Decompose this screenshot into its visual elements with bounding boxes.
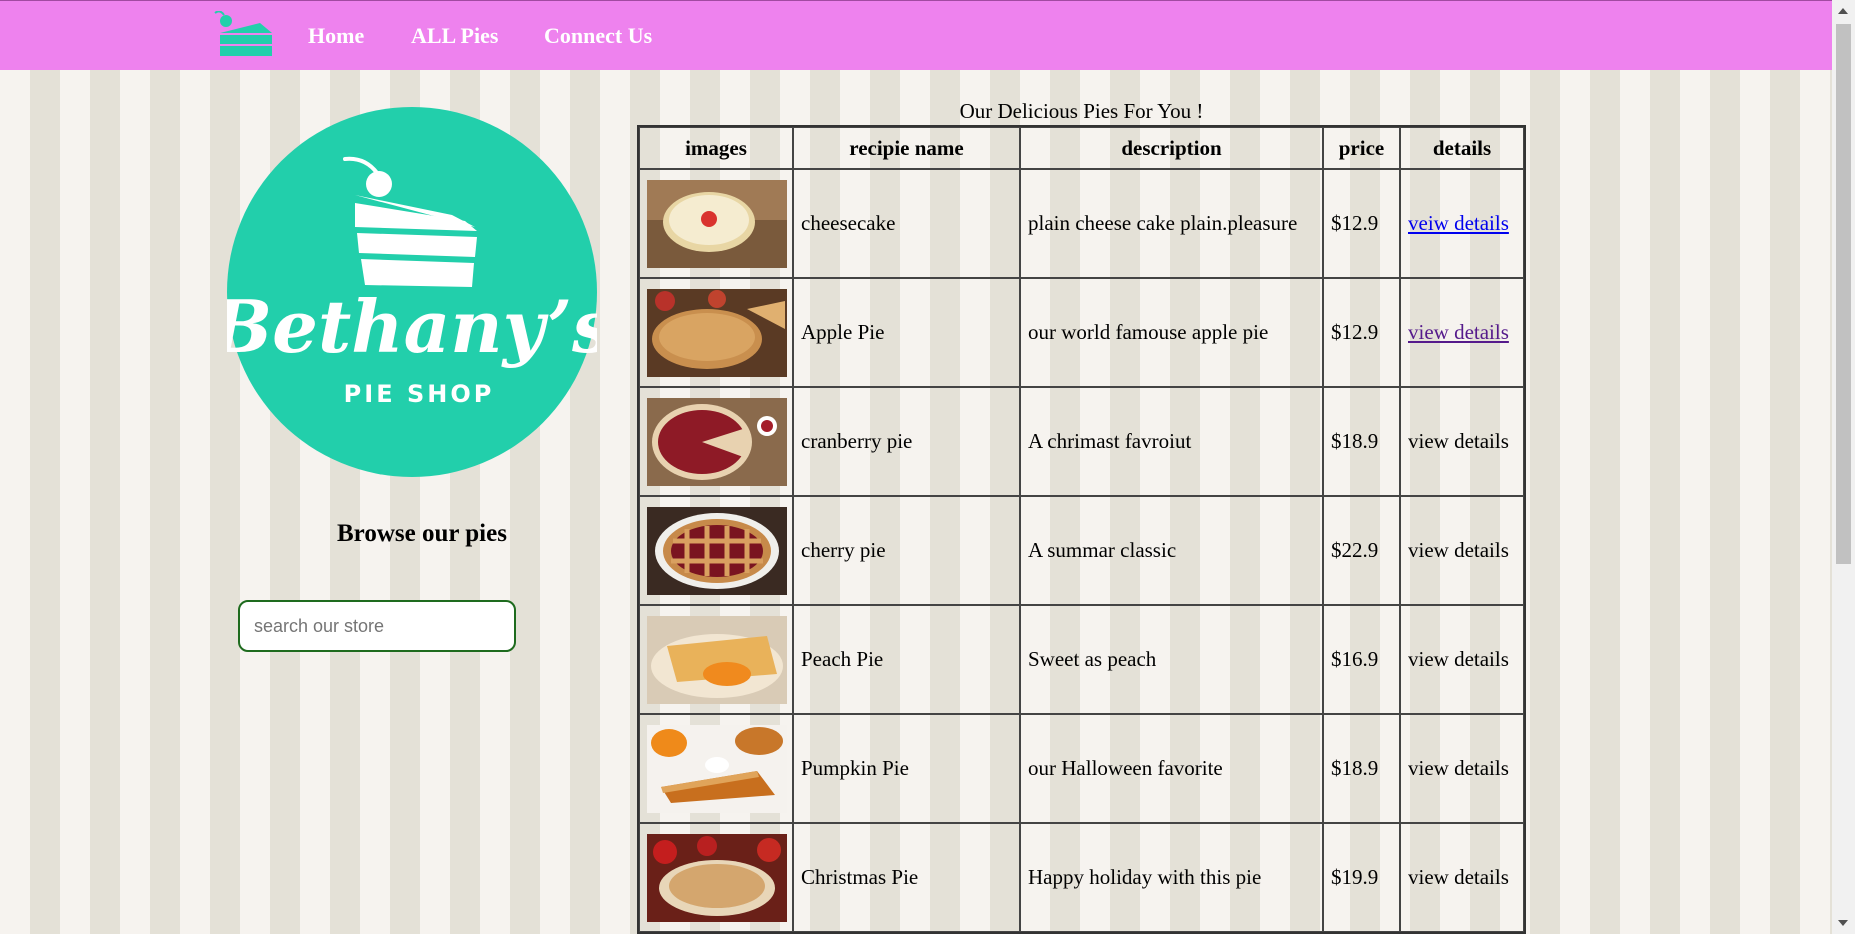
view-details-link[interactable]: view details bbox=[1408, 756, 1509, 780]
details-cell: view details bbox=[1400, 387, 1524, 496]
details-cell: veiw details bbox=[1400, 169, 1524, 278]
table-row: cranberry pie A chrimast favroiut $18.9 … bbox=[639, 387, 1524, 496]
price-cell: $16.9 bbox=[1323, 605, 1400, 714]
description-cell: A chrimast favroiut bbox=[1020, 387, 1323, 496]
cheesecake-image bbox=[647, 179, 787, 268]
description-cell: Sweet as peach bbox=[1020, 605, 1323, 714]
cake-slice-icon[interactable] bbox=[214, 11, 276, 59]
image-cell bbox=[639, 605, 793, 714]
bethanys-pie-shop-logo: Bethany’s PIE SHOP bbox=[227, 107, 597, 477]
price-cell: $12.9 bbox=[1323, 278, 1400, 387]
details-cell: view details bbox=[1400, 823, 1524, 932]
details-cell: view details bbox=[1400, 714, 1524, 823]
view-details-link[interactable]: view details bbox=[1408, 538, 1509, 562]
nav-link-home[interactable]: Home bbox=[308, 23, 364, 49]
recipe-name-cell: Pumpkin Pie bbox=[793, 714, 1020, 823]
description-cell: our world famouse apple pie bbox=[1020, 278, 1323, 387]
scroll-up-arrow-icon[interactable] bbox=[1838, 8, 1848, 14]
price-cell: $18.9 bbox=[1323, 387, 1400, 496]
pumpkin-pie-image bbox=[647, 724, 787, 813]
price-cell: $18.9 bbox=[1323, 714, 1400, 823]
table-row: cherry pie A summar classic $22.9 view d… bbox=[639, 496, 1524, 605]
view-details-link[interactable]: view details bbox=[1408, 320, 1509, 344]
column-header-recipe-name: recipie name bbox=[793, 127, 1020, 169]
view-details-link[interactable]: view details bbox=[1408, 647, 1509, 671]
peach-pie-image bbox=[647, 615, 787, 704]
price-cell: $22.9 bbox=[1323, 496, 1400, 605]
search-input[interactable] bbox=[238, 600, 516, 652]
recipe-name-cell: Christmas Pie bbox=[793, 823, 1020, 932]
column-header-images: images bbox=[639, 127, 793, 169]
image-cell bbox=[639, 387, 793, 496]
column-header-details: details bbox=[1400, 127, 1524, 169]
cranberry-pie-image bbox=[647, 397, 787, 486]
recipe-name-cell: Peach Pie bbox=[793, 605, 1020, 714]
scrollbar-thumb[interactable] bbox=[1836, 24, 1851, 564]
cherry-pie-image bbox=[647, 506, 787, 595]
view-details-link[interactable]: view details bbox=[1408, 429, 1509, 453]
page-scrollbar[interactable] bbox=[1832, 0, 1855, 934]
table-caption: Our Delicious Pies For You ! bbox=[959, 99, 1204, 123]
description-cell: plain cheese cake plain.pleasure bbox=[1020, 169, 1323, 278]
price-cell: $19.9 bbox=[1323, 823, 1400, 932]
svg-text:PIE SHOP: PIE SHOP bbox=[344, 380, 495, 408]
description-cell: A summar classic bbox=[1020, 496, 1323, 605]
image-cell bbox=[639, 496, 793, 605]
table-row: cheesecake plain cheese cake plain.pleas… bbox=[639, 169, 1524, 278]
pie-table: images recipie name description price de… bbox=[637, 125, 1526, 934]
apple-pie-image bbox=[647, 288, 787, 377]
recipe-name-cell: Apple Pie bbox=[793, 278, 1020, 387]
recipe-name-cell: cranberry pie bbox=[793, 387, 1020, 496]
svg-text:Bethany’s: Bethany’s bbox=[227, 284, 597, 369]
table-header-row: images recipie name description price de… bbox=[639, 127, 1524, 169]
view-details-link[interactable]: view details bbox=[1408, 865, 1509, 889]
table-row: Pumpkin Pie our Halloween favorite $18.9… bbox=[639, 714, 1524, 823]
scroll-down-arrow-icon[interactable] bbox=[1838, 920, 1848, 926]
browse-heading: Browse our pies bbox=[337, 520, 507, 547]
image-cell bbox=[639, 823, 793, 932]
details-cell: view details bbox=[1400, 278, 1524, 387]
table-row: Apple Pie our world famouse apple pie $1… bbox=[639, 278, 1524, 387]
description-cell: our Halloween favorite bbox=[1020, 714, 1323, 823]
details-cell: view details bbox=[1400, 496, 1524, 605]
recipe-name-cell: cherry pie bbox=[793, 496, 1020, 605]
column-header-price: price bbox=[1323, 127, 1400, 169]
column-header-description: description bbox=[1020, 127, 1323, 169]
view-details-link[interactable]: veiw details bbox=[1408, 211, 1509, 235]
details-cell: view details bbox=[1400, 605, 1524, 714]
recipe-name-cell: cheesecake bbox=[793, 169, 1020, 278]
nav-link-all-pies[interactable]: ALL Pies bbox=[411, 23, 498, 49]
price-cell: $12.9 bbox=[1323, 169, 1400, 278]
nav-link-connect-us[interactable]: Connect Us bbox=[544, 23, 652, 49]
image-cell bbox=[639, 278, 793, 387]
top-navbar: Home ALL Pies Connect Us bbox=[0, 0, 1832, 70]
image-cell bbox=[639, 169, 793, 278]
table-row: Christmas Pie Happy holiday with this pi… bbox=[639, 823, 1524, 932]
christmas-pie-image bbox=[647, 833, 787, 922]
table-row: Peach Pie Sweet as peach $16.9 view deta… bbox=[639, 605, 1524, 714]
image-cell bbox=[639, 714, 793, 823]
description-cell: Happy holiday with this pie bbox=[1020, 823, 1323, 932]
